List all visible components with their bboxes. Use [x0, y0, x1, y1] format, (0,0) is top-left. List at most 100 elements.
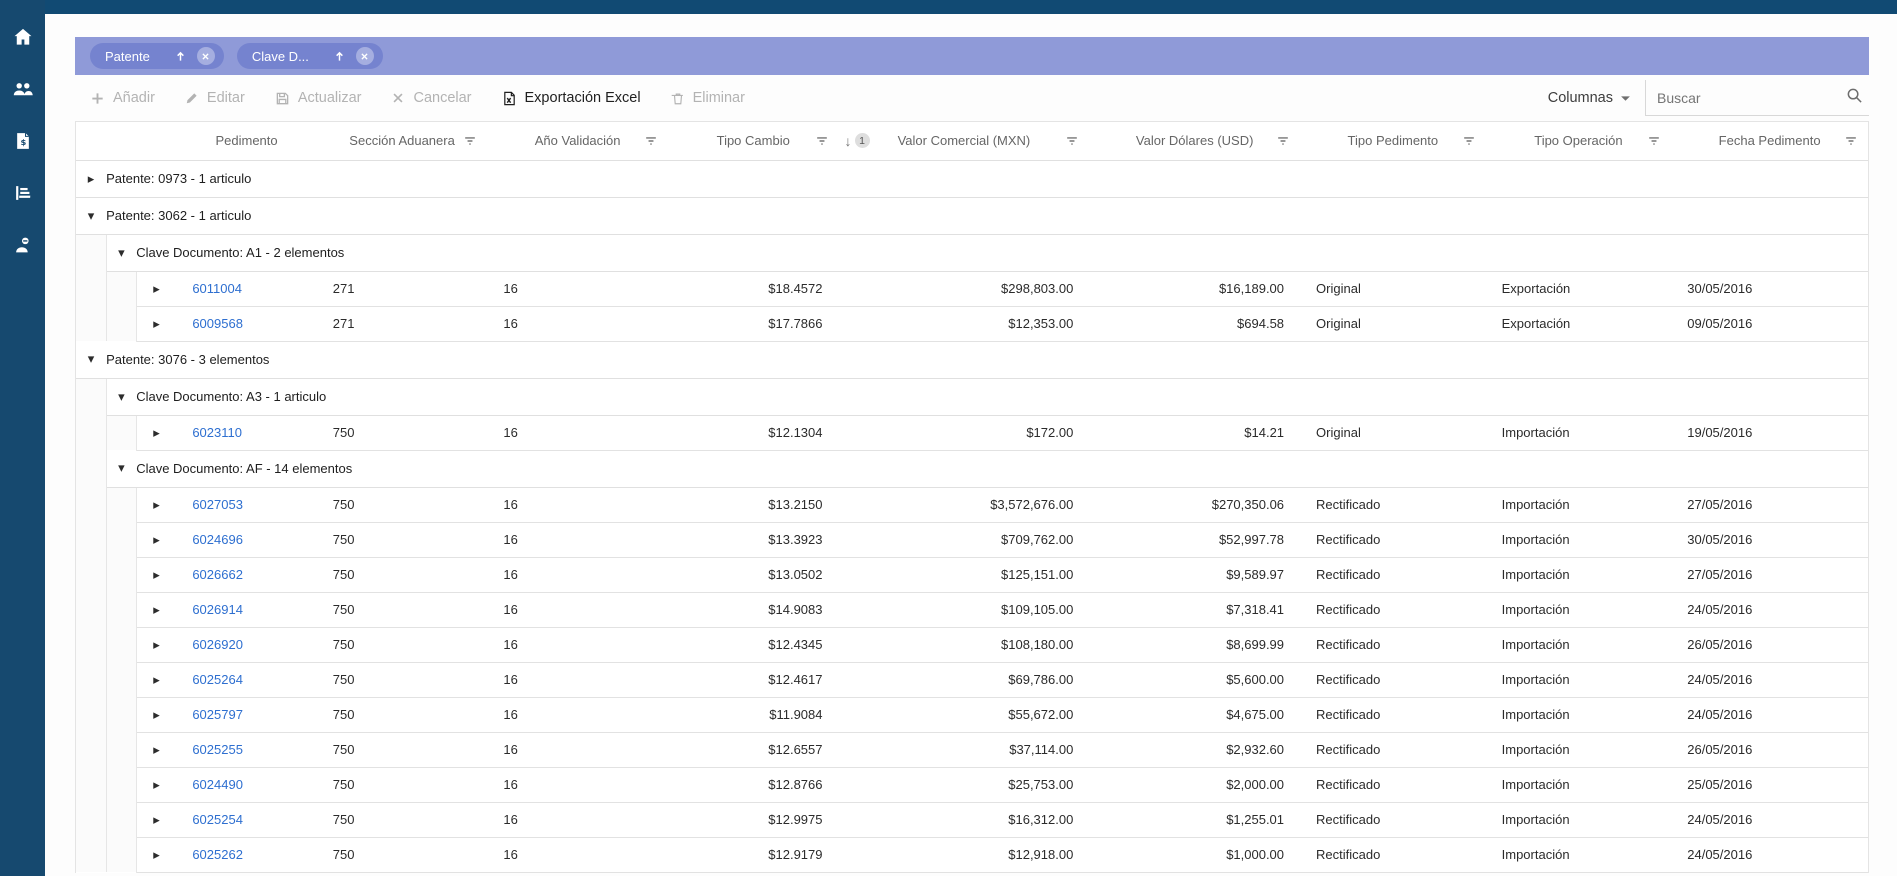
cell-ano-validacion: 16 — [487, 837, 668, 872]
row-expand-icon[interactable]: ▸ — [136, 697, 176, 732]
row-expand-icon[interactable]: ▸ — [136, 522, 176, 557]
column-header-fecha-pedimento[interactable]: Fecha Pedimento — [1671, 122, 1868, 160]
group-indent-cell — [106, 487, 136, 522]
pedimento-link[interactable]: 6024696 — [192, 532, 243, 547]
column-header-valor-comercial-mxn[interactable]: ↓1Valor Comercial (MXN) — [839, 122, 1090, 160]
group-indent-cell — [76, 627, 106, 662]
pedimento-link[interactable]: 6025797 — [192, 707, 243, 722]
sidebar-item-reports[interactable] — [8, 178, 38, 208]
search-input[interactable] — [1657, 90, 1846, 106]
filter-icon[interactable] — [1844, 134, 1858, 148]
cell-tipo-cambio: $11.9084 — [668, 697, 839, 732]
sort-direction-icon[interactable] — [174, 50, 187, 63]
cell-tipo-operacion: Importación — [1486, 627, 1672, 662]
pedimento-link[interactable]: 6025255 — [192, 742, 243, 757]
cell-fecha-pedimento: 19/05/2016 — [1671, 415, 1868, 450]
group-indent-cell — [106, 306, 136, 341]
column-title: Año Validación — [535, 133, 621, 148]
cancel-icon — [391, 91, 405, 105]
cell-valor-comercial-mxn: $12,353.00 — [839, 306, 1090, 341]
group-indent-cell — [76, 802, 106, 837]
pedimento-link[interactable]: 6025262 — [192, 847, 243, 862]
pedimento-link[interactable]: 6026920 — [192, 637, 243, 652]
filter-icon[interactable] — [644, 134, 658, 148]
cell-tipo-cambio: $12.9975 — [668, 802, 839, 837]
filter-icon[interactable] — [1462, 134, 1476, 148]
cell-pedimento: 6024696 — [176, 522, 316, 557]
row-expand-icon[interactable]: ▸ — [136, 767, 176, 802]
sort-indicator: ↓1 — [845, 133, 870, 149]
filter-icon[interactable] — [815, 134, 829, 148]
pedimento-link[interactable]: 6025254 — [192, 812, 243, 827]
pedimento-link[interactable]: 6026914 — [192, 602, 243, 617]
column-header-valor-dolares-usd[interactable]: Valor Dólares (USD) — [1089, 122, 1300, 160]
columns-dropdown[interactable]: Columnas — [1548, 90, 1631, 106]
collapse-group-icon[interactable]: ▾ — [106, 450, 136, 487]
table-row: ▸602469675016$13.3923$709,762.00$52,997.… — [76, 522, 1868, 557]
row-expand-icon[interactable]: ▸ — [136, 557, 176, 592]
filter-icon[interactable] — [1276, 134, 1290, 148]
cell-fecha-pedimento: 24/05/2016 — [1671, 592, 1868, 627]
group-chip-clave-documento[interactable]: Clave D... — [237, 43, 383, 69]
cell-valor-dolares-usd: $1,255.01 — [1089, 802, 1300, 837]
table-row: ▸602449075016$12.8766$25,753.00$2,000.00… — [76, 767, 1868, 802]
button-label: Cancelar — [413, 90, 471, 106]
search-container — [1645, 80, 1869, 116]
sidebar-item-invoices[interactable]: $ — [8, 126, 38, 156]
row-expand-icon[interactable]: ▸ — [136, 271, 176, 306]
column-header-tipo-cambio[interactable]: Tipo Cambio — [668, 122, 839, 160]
cell-pedimento: 6026662 — [176, 557, 316, 592]
filter-icon[interactable] — [1065, 134, 1079, 148]
cell-tipo-cambio: $12.9179 — [668, 837, 839, 872]
collapse-group-icon[interactable]: ▾ — [106, 378, 136, 415]
cell-tipo-pedimento: Original — [1300, 415, 1486, 450]
column-header-seccion-aduanera[interactable]: Sección Aduanera — [317, 122, 488, 160]
row-expand-icon[interactable]: ▸ — [136, 306, 176, 341]
collapse-group-icon[interactable]: ▾ — [106, 234, 136, 271]
cell-tipo-operacion: Exportación — [1486, 271, 1672, 306]
filter-icon[interactable] — [463, 134, 477, 148]
column-header-tipo-pedimento[interactable]: Tipo Pedimento — [1300, 122, 1486, 160]
row-expand-icon[interactable]: ▸ — [136, 732, 176, 767]
cell-fecha-pedimento: 26/05/2016 — [1671, 732, 1868, 767]
column-header-pedimento[interactable]: Pedimento — [176, 122, 316, 160]
sort-desc-icon: ↓ — [845, 133, 852, 149]
collapse-group-icon[interactable]: ▾ — [76, 197, 106, 234]
search-icon[interactable] — [1846, 87, 1863, 109]
pedimento-link[interactable]: 6023110 — [192, 425, 242, 440]
sidebar-item-users[interactable] — [8, 74, 38, 104]
sidebar-item-agents[interactable] — [8, 230, 38, 260]
row-expand-icon[interactable]: ▸ — [136, 627, 176, 662]
table-row: ▸602525575016$12.6557$37,114.00$2,932.60… — [76, 732, 1868, 767]
group-indent-cell — [76, 837, 106, 872]
expand-group-icon[interactable]: ▸ — [76, 160, 106, 197]
group-indent-cell — [76, 378, 106, 415]
row-expand-icon[interactable]: ▸ — [136, 662, 176, 697]
exportacion-excel-button[interactable]: Exportación Excel — [502, 90, 641, 106]
group-chip-patente[interactable]: Patente — [90, 43, 224, 69]
table-row: ▸602526475016$12.4617$69,786.00$5,600.00… — [76, 662, 1868, 697]
column-header-tipo-operacion[interactable]: Tipo Operación — [1486, 122, 1672, 160]
row-expand-icon[interactable]: ▸ — [136, 802, 176, 837]
column-header-ano-validacion[interactable]: Año Validación — [487, 122, 668, 160]
sidebar-item-home[interactable] — [8, 22, 38, 52]
filter-icon[interactable] — [1647, 134, 1661, 148]
cell-pedimento: 6024490 — [176, 767, 316, 802]
pedimento-link[interactable]: 6026662 — [192, 567, 243, 582]
row-expand-icon[interactable]: ▸ — [136, 837, 176, 872]
cell-tipo-pedimento: Rectificado — [1300, 627, 1486, 662]
pedimento-link[interactable]: 6011004 — [192, 281, 242, 296]
remove-group-icon[interactable] — [356, 47, 374, 65]
remove-group-icon[interactable] — [197, 47, 215, 65]
pedimento-link[interactable]: 6024490 — [192, 777, 243, 792]
collapse-group-icon[interactable]: ▾ — [76, 341, 106, 378]
pedimento-link[interactable]: 6027053 — [192, 497, 243, 512]
row-expand-icon[interactable]: ▸ — [136, 592, 176, 627]
support-agent-icon — [12, 234, 34, 256]
pedimento-link[interactable]: 6025264 — [192, 672, 243, 687]
sort-direction-icon[interactable] — [333, 50, 346, 63]
row-expand-icon[interactable]: ▸ — [136, 487, 176, 522]
row-expand-icon[interactable]: ▸ — [136, 415, 176, 450]
pedimento-link[interactable]: 6009568 — [192, 316, 243, 331]
cell-valor-dolares-usd: $8,699.99 — [1089, 627, 1300, 662]
